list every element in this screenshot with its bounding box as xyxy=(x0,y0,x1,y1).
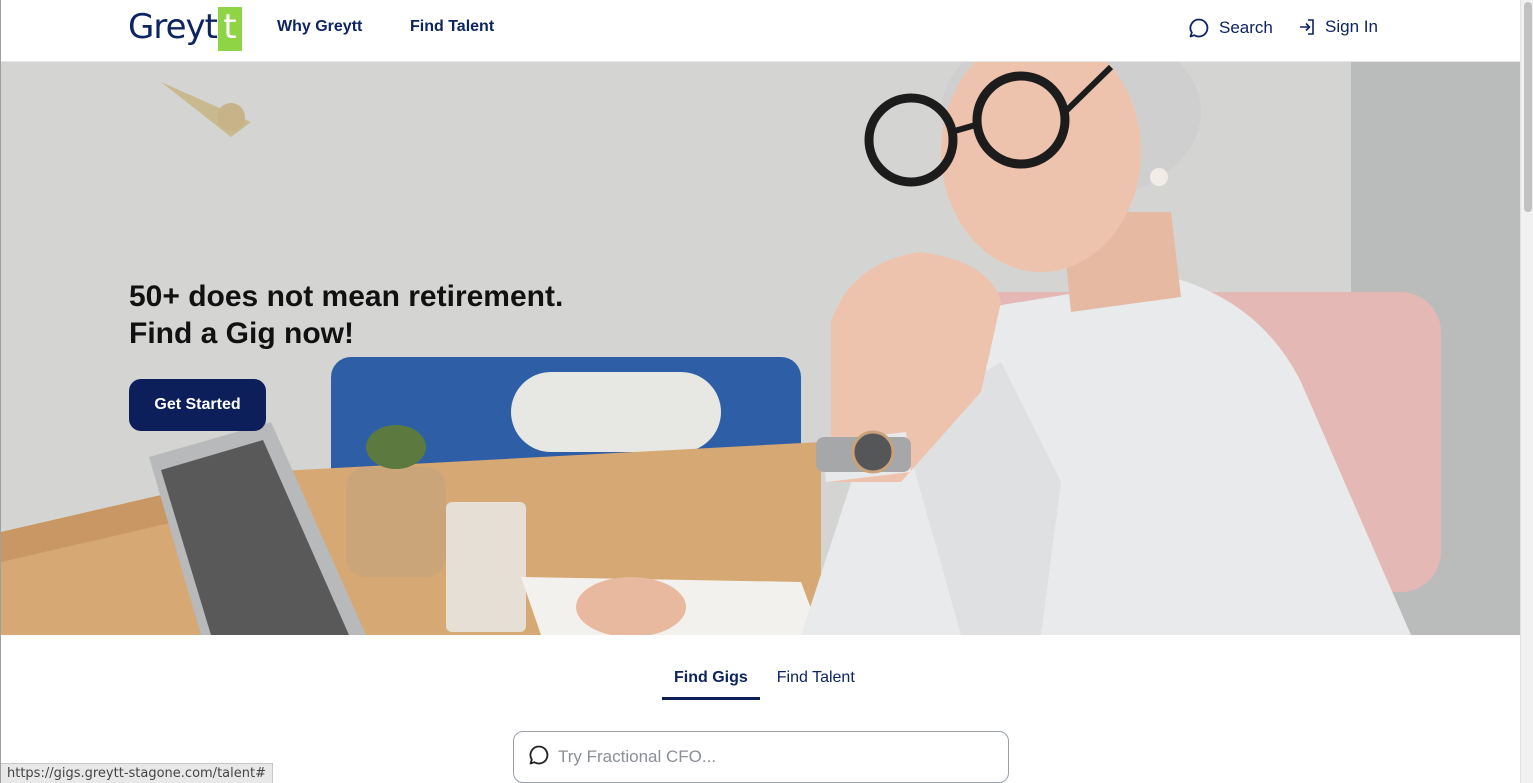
hero-heading-line1: 50+ does not mean retirement. xyxy=(129,280,564,313)
hero-heading-line2: Find a Gig now! xyxy=(129,317,354,350)
nav-why-greytt[interactable]: Why Greytt xyxy=(277,18,362,36)
hero-banner: 50+ does not mean retirement. Find a Gig… xyxy=(1,62,1520,635)
header-sign-in-label: Sign In xyxy=(1325,17,1378,36)
logo-wordmark-t: t xyxy=(204,7,218,47)
chat-bubble-search-icon xyxy=(528,744,550,770)
header-sign-in-button[interactable]: Sign In xyxy=(1298,17,1378,37)
header-search-label: Search xyxy=(1219,18,1273,37)
get-started-button[interactable]: Get Started xyxy=(129,379,266,431)
sign-in-arrow-icon xyxy=(1298,17,1316,37)
chat-bubble-search-icon xyxy=(1188,17,1210,39)
scrollbar-thumb[interactable] xyxy=(1524,2,1532,212)
tab-find-talent[interactable]: Find Talent xyxy=(765,667,867,700)
logo-wordmark: Grey xyxy=(128,7,206,47)
hero-heading: 50+ does not mean retirement. Find a Gig… xyxy=(129,278,689,352)
nav-find-talent[interactable]: Find Talent xyxy=(410,18,494,36)
page-scrollbar[interactable] xyxy=(1520,0,1533,783)
logo-accent-box: t xyxy=(217,7,242,51)
window-left-edge xyxy=(0,0,1,783)
header-search-button[interactable]: Search xyxy=(1188,17,1273,39)
greytt-logo[interactable]: Grey t t xyxy=(128,7,242,51)
tab-find-gigs[interactable]: Find Gigs xyxy=(662,667,760,700)
link-hover-status-url: https://gigs.greytt-stagone.com/talent# xyxy=(1,763,273,783)
gig-search-bar xyxy=(513,731,1009,783)
top-navigation-bar: Grey t t Why Greytt Find Talent Search Sig… xyxy=(1,0,1520,62)
search-mode-tabs: Find Gigs Find Talent xyxy=(662,667,867,700)
gig-search-input[interactable] xyxy=(558,747,978,767)
